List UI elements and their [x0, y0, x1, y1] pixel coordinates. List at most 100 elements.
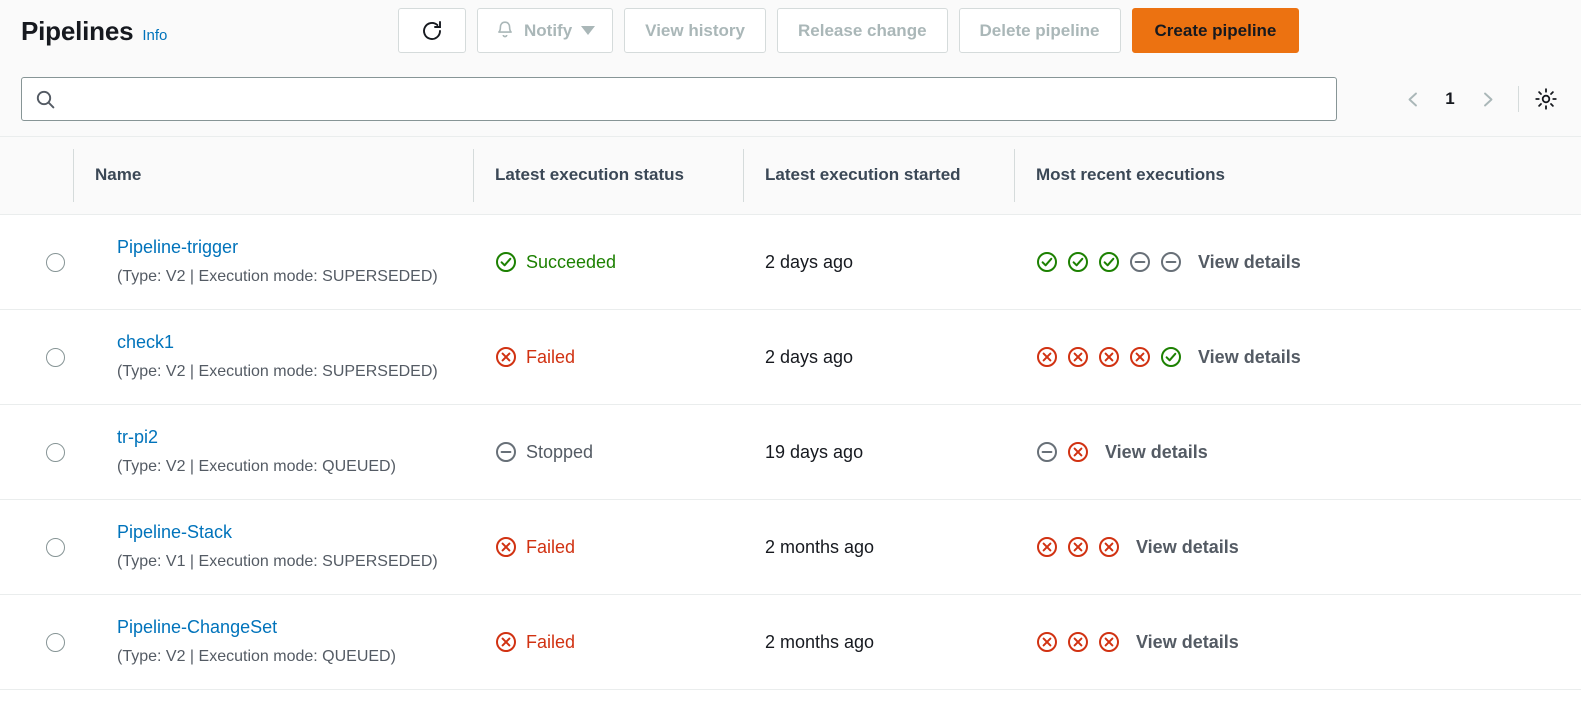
execution-status-succeeded-icon[interactable]	[1067, 251, 1089, 273]
delete-pipeline-label: Delete pipeline	[980, 21, 1100, 41]
search-box[interactable]	[21, 77, 1337, 121]
search-input[interactable]	[67, 90, 1323, 108]
execution-status-failed-icon[interactable]	[1036, 346, 1058, 368]
status-group: Failed	[495, 595, 743, 689]
pipeline-name-cell: Pipeline-trigger(Type: V2 | Execution mo…	[73, 215, 473, 310]
pagination: 1	[1393, 77, 1562, 121]
table-body: Pipeline-trigger (Type: V2 | Execution mo…	[0, 215, 1581, 690]
column-header-latest-execution-status: Latest execution status	[473, 137, 743, 215]
view-details-link[interactable]: View details	[1198, 252, 1301, 273]
pipelines-page: Pipelines Info Notif	[0, 0, 1581, 712]
pipeline-name-cell: tr-pi2(Type: V2 | Execution mode: QUEUED…	[73, 405, 473, 500]
latest-execution-status-cell: Failed	[473, 500, 743, 595]
execution-status-failed-icon[interactable]	[1129, 346, 1151, 368]
pipeline-details-text: (Type: V2 | Execution mode: SUPERSEDED)	[117, 363, 438, 380]
create-pipeline-button[interactable]: Create pipeline	[1132, 8, 1300, 53]
status-label: Failed	[526, 348, 575, 366]
column-header-name-label: Name	[95, 164, 473, 186]
execution-status-failed-icon[interactable]	[1067, 346, 1089, 368]
pipeline-name-link[interactable]: check1	[117, 333, 473, 353]
pipelines-table: Name Latest execution status Latest exec…	[0, 136, 1581, 690]
page-title: Pipelines	[21, 16, 133, 47]
row-select-cell	[0, 405, 73, 500]
row-radio-button[interactable]	[46, 253, 65, 272]
row-radio-button[interactable]	[46, 538, 65, 557]
info-link[interactable]: Info	[142, 27, 167, 44]
latest-execution-started-cell: 19 days ago	[743, 405, 1014, 500]
execution-status-stopped-icon[interactable]	[1129, 251, 1151, 273]
row-select-cell	[0, 215, 73, 310]
pipeline-name-link[interactable]: tr-pi2	[117, 428, 473, 448]
latest-execution-status-cell: Succeeded	[473, 215, 743, 310]
latest-execution-status-cell: Failed	[473, 310, 743, 405]
status-label: Succeeded	[526, 253, 616, 271]
executions-group: View details	[1036, 310, 1581, 404]
search-icon	[35, 89, 56, 110]
execution-status-failed-icon[interactable]	[1036, 631, 1058, 653]
refresh-icon	[420, 19, 444, 43]
table-row[interactable]: check1 (Type: V2 | Execution mode: SUPERS…	[0, 310, 1581, 405]
pagination-page-1[interactable]: 1	[1433, 89, 1467, 109]
status-label: Stopped	[526, 443, 593, 461]
execution-status-stopped-icon[interactable]	[1160, 251, 1182, 273]
execution-status-failed-icon[interactable]	[1098, 536, 1120, 558]
status-group: Failed	[495, 500, 743, 594]
gear-icon	[1533, 86, 1559, 112]
bell-icon	[495, 20, 515, 41]
execution-status-failed-icon[interactable]	[1098, 631, 1120, 653]
execution-status-stopped-icon[interactable]	[1036, 441, 1058, 463]
execution-status-failed-icon[interactable]	[1098, 346, 1120, 368]
execution-status-succeeded-icon[interactable]	[1098, 251, 1120, 273]
row-radio-button[interactable]	[46, 348, 65, 367]
status-failed-icon	[495, 536, 517, 558]
status-group: Succeeded	[495, 215, 743, 309]
pipeline-name-group: Pipeline-trigger(Type: V2 | Execution mo…	[95, 238, 473, 286]
pagination-next-button[interactable]	[1467, 79, 1507, 119]
delete-pipeline-button[interactable]: Delete pipeline	[959, 8, 1121, 53]
row-radio-button[interactable]	[46, 633, 65, 652]
table-row[interactable]: tr-pi2(Type: V2 | Execution mode: QUEUED…	[0, 405, 1581, 500]
column-header-latest-execution-status-label: Latest execution status	[495, 164, 743, 186]
notify-button[interactable]: Notify	[477, 8, 613, 53]
pagination-prev-button[interactable]	[1393, 79, 1433, 119]
execution-status-failed-icon[interactable]	[1067, 631, 1089, 653]
latest-execution-started-cell: 2 days ago	[743, 310, 1014, 405]
table-row[interactable]: Pipeline-Stack(Type: V1 | Execution mode…	[0, 500, 1581, 595]
started-text: 2 months ago	[765, 537, 874, 557]
table-settings-button[interactable]	[1530, 83, 1562, 115]
release-change-button[interactable]: Release change	[777, 8, 948, 53]
notify-label: Notify	[524, 21, 572, 41]
view-history-label: View history	[645, 21, 745, 41]
execution-status-failed-icon[interactable]	[1036, 536, 1058, 558]
row-radio-button[interactable]	[46, 443, 65, 462]
pipeline-details-text: (Type: V2 | Execution mode: QUEUED)	[117, 648, 396, 665]
column-header-latest-execution-started-label: Latest execution started	[765, 164, 1014, 186]
status-label: Failed	[526, 633, 575, 651]
header-actions: Notify View history Release change Delet…	[398, 7, 1299, 54]
execution-status-succeeded-icon[interactable]	[1036, 251, 1058, 273]
status-failed-icon	[495, 631, 517, 653]
refresh-button[interactable]	[398, 8, 466, 53]
view-history-button[interactable]: View history	[624, 8, 766, 53]
view-details-link[interactable]: View details	[1136, 632, 1239, 653]
pipeline-name-group: Pipeline-ChangeSet (Type: V2 | Execution …	[95, 618, 473, 666]
view-details-link[interactable]: View details	[1198, 347, 1301, 368]
column-header-latest-execution-started: Latest execution started	[743, 137, 1014, 215]
latest-execution-status-cell: Failed	[473, 595, 743, 690]
column-header-most-recent-executions-label: Most recent executions	[1036, 164, 1581, 186]
execution-status-succeeded-icon[interactable]	[1160, 346, 1182, 368]
execution-status-failed-icon[interactable]	[1067, 536, 1089, 558]
execution-status-failed-icon[interactable]	[1067, 441, 1089, 463]
latest-execution-status-cell: Stopped	[473, 405, 743, 500]
table-row[interactable]: Pipeline-ChangeSet (Type: V2 | Execution …	[0, 595, 1581, 690]
row-select-cell	[0, 500, 73, 595]
pipeline-name-link[interactable]: Pipeline-ChangeSet	[117, 618, 473, 638]
status-stopped-icon	[495, 441, 517, 463]
pipeline-name-link[interactable]: Pipeline-trigger	[117, 238, 473, 258]
pipeline-name-link[interactable]: Pipeline-Stack	[117, 523, 473, 543]
started-text: 19 days ago	[765, 442, 863, 462]
column-header-most-recent-executions: Most recent executions	[1014, 137, 1581, 215]
view-details-link[interactable]: View details	[1136, 537, 1239, 558]
view-details-link[interactable]: View details	[1105, 442, 1208, 463]
table-row[interactable]: Pipeline-trigger(Type: V2 | Execution mo…	[0, 215, 1581, 310]
